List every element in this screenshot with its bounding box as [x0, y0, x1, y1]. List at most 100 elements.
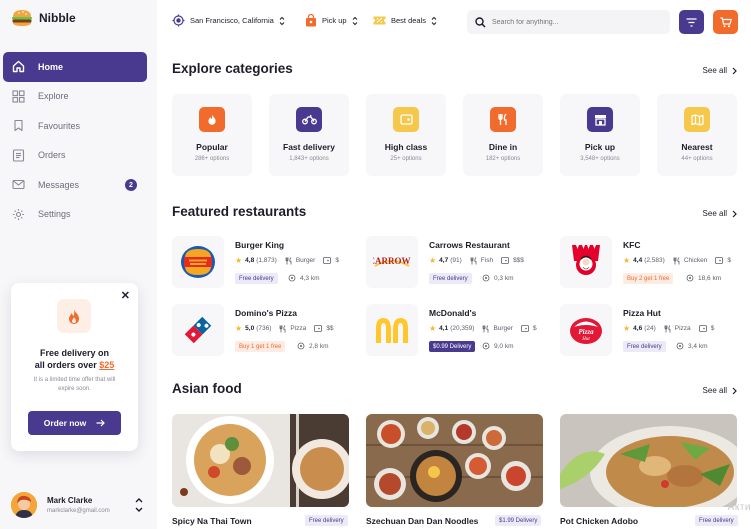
restaurant-name: Carrows Restaurant [429, 240, 510, 250]
cutlery-icon [490, 107, 516, 132]
pizza-hut-logo: Pizza Hut [560, 304, 612, 356]
food-image-szechuan-noodles[interactable] [366, 414, 543, 507]
review-count: (1,873) [256, 257, 277, 264]
food-name: Szechuan Dan Dan Noodles [366, 516, 479, 526]
distance-value: 2,8 km [309, 342, 329, 350]
cutlery-icon [279, 324, 286, 333]
order-now-button[interactable]: Order now [28, 411, 121, 435]
delivery-tag: Free delivery [305, 515, 348, 526]
chevron-up-down-icon [279, 16, 285, 25]
sidebar-item-label: Favourites [38, 120, 81, 131]
grid-icon [11, 89, 25, 103]
cart-button[interactable] [713, 10, 738, 34]
restaurant-card-kfc[interactable]: KFC KFC ★ 4,4 (2,583) Chicken $ Buy 2 ge… [560, 236, 745, 288]
cuisine: Fish [480, 257, 494, 264]
cutlery-icon [285, 256, 292, 265]
sidebar-item-orders[interactable]: Orders [3, 141, 147, 171]
sidebar-nav: Home Explore Favourites Orders Messages [3, 52, 147, 229]
cuisine: Burger [493, 325, 513, 332]
see-all-categories-link[interactable]: See all [703, 66, 737, 75]
home-icon [11, 60, 25, 74]
see-all-featured-link[interactable]: See all [703, 209, 737, 218]
location-target-icon [288, 274, 296, 282]
promo-title: Free delivery on all orders over $25 [11, 347, 138, 371]
promo-title-line2: all orders over [34, 360, 100, 370]
category-nearest[interactable]: Nearest 44+ options [657, 94, 737, 176]
svg-text:KFC: KFC [582, 275, 590, 280]
section-title-categories: Explore categories [172, 61, 293, 76]
distance-value: 0,3 km [494, 274, 514, 282]
wallet-icon [501, 257, 509, 264]
category-popular[interactable]: Popular 286+ options [172, 94, 252, 176]
search-bar[interactable] [467, 10, 670, 34]
location-selector[interactable]: San Francisco, California [172, 14, 285, 27]
sidebar-item-explore[interactable]: Explore [3, 82, 147, 112]
close-icon[interactable]: ✕ [121, 289, 130, 302]
location-label: San Francisco, California [190, 16, 274, 25]
restaurant-card-burger-king[interactable]: Burger King ★ 4,8 (1,873) Burger $ Free … [172, 236, 357, 288]
category-pick-up[interactable]: Pick up 3,548+ options [560, 94, 640, 176]
order-mode-selector[interactable]: Pick up [304, 14, 358, 27]
category-dine-in[interactable]: Dine in 182+ options [463, 94, 543, 176]
category-high-class[interactable]: High class 25+ options [366, 94, 446, 176]
filter-icon [686, 17, 697, 27]
restaurant-name: Domino's Pizza [235, 308, 298, 318]
restaurant-meta: ★ 5,0 (736) Pizza $$ [235, 324, 334, 333]
category-fast-delivery[interactable]: Fast delivery 1,843+ options [269, 94, 349, 176]
restaurant-card-mcdonalds[interactable]: McDonald's ★ 4,1 (20,359) Burger $ $0.99… [366, 304, 551, 356]
see-all-label: See all [702, 209, 727, 218]
location-target-icon [297, 342, 305, 350]
sidebar-item-settings[interactable]: Settings [3, 200, 147, 230]
see-all-label: See all [702, 386, 727, 395]
sort-selector[interactable]: Best deals [373, 14, 437, 27]
chevron-right-icon [732, 210, 737, 217]
location-target-icon [686, 274, 694, 282]
dominos-logo [172, 304, 224, 356]
carrows-logo: CARROWS [366, 236, 418, 288]
cutlery-icon [470, 256, 477, 265]
category-name: Fast delivery [283, 142, 335, 152]
restaurant-card-pizza-hut[interactable]: Pizza Hut Pizza Hut ★ 4,6 (24) Pizza $ Fr… [560, 304, 745, 356]
category-options-count: 286+ options [194, 156, 230, 162]
scooter-icon [296, 107, 322, 132]
price-level: $$ [326, 325, 334, 332]
watermark: Акти [727, 502, 751, 513]
sidebar-item-messages[interactable]: Messages 2 [3, 170, 147, 200]
sidebar-item-home[interactable]: Home [3, 52, 147, 82]
rating-value: 4,7 [439, 257, 449, 264]
food-image-pot-chicken-adobo[interactable] [560, 414, 737, 507]
distance: 18,6 km [686, 274, 721, 282]
location-target-icon [676, 342, 684, 350]
promo-title-line1: Free delivery on [39, 348, 110, 358]
user-name: Mark Clarke [47, 496, 93, 505]
delivery-tag: Free delivery [235, 273, 278, 284]
filter-button[interactable] [679, 10, 704, 34]
promo-tag: Buy 1 get 1 free [235, 341, 286, 352]
distance-value: 18,6 km [698, 274, 722, 282]
rating-value: 4,6 [633, 325, 643, 332]
svg-text:Pizza: Pizza [578, 328, 594, 336]
price-level: $$$ [513, 257, 524, 264]
restaurant-card-dominos[interactable]: Domino's Pizza ★ 5,0 (736) Pizza $$ Buy … [172, 304, 357, 356]
order-mode-label: Pick up [322, 16, 347, 25]
search-input[interactable] [492, 18, 662, 26]
sort-label: Best deals [391, 16, 427, 25]
rating-value: 4,8 [245, 257, 255, 264]
chevron-up-down-icon[interactable] [134, 496, 144, 514]
sidebar-item-favourites[interactable]: Favourites [3, 111, 147, 141]
price-level: $ [335, 257, 339, 264]
review-count: (736) [256, 325, 272, 332]
food-image-spicy-na-thai[interactable] [172, 414, 349, 507]
cutlery-icon [482, 324, 489, 333]
sidebar-item-label: Messages [38, 179, 80, 190]
review-count: (20,359) [450, 325, 475, 332]
category-name: Dine in [488, 142, 518, 152]
shopping-bag-icon [304, 14, 317, 27]
free-delivery-promo-card: ✕ Free delivery on all orders over $25 I… [11, 283, 138, 451]
cuisine: Pizza [290, 325, 307, 332]
brand[interactable]: Nibble [11, 8, 76, 28]
cuisine: Chicken [683, 257, 708, 264]
see-all-asian-link[interactable]: See all [703, 386, 737, 395]
restaurant-card-carrows[interactable]: CARROWS Carrows Restaurant ★ 4,7 (91) Fi… [366, 236, 551, 288]
user-profile[interactable]: Mark Clarke markclarke@gmail.com [11, 490, 146, 520]
